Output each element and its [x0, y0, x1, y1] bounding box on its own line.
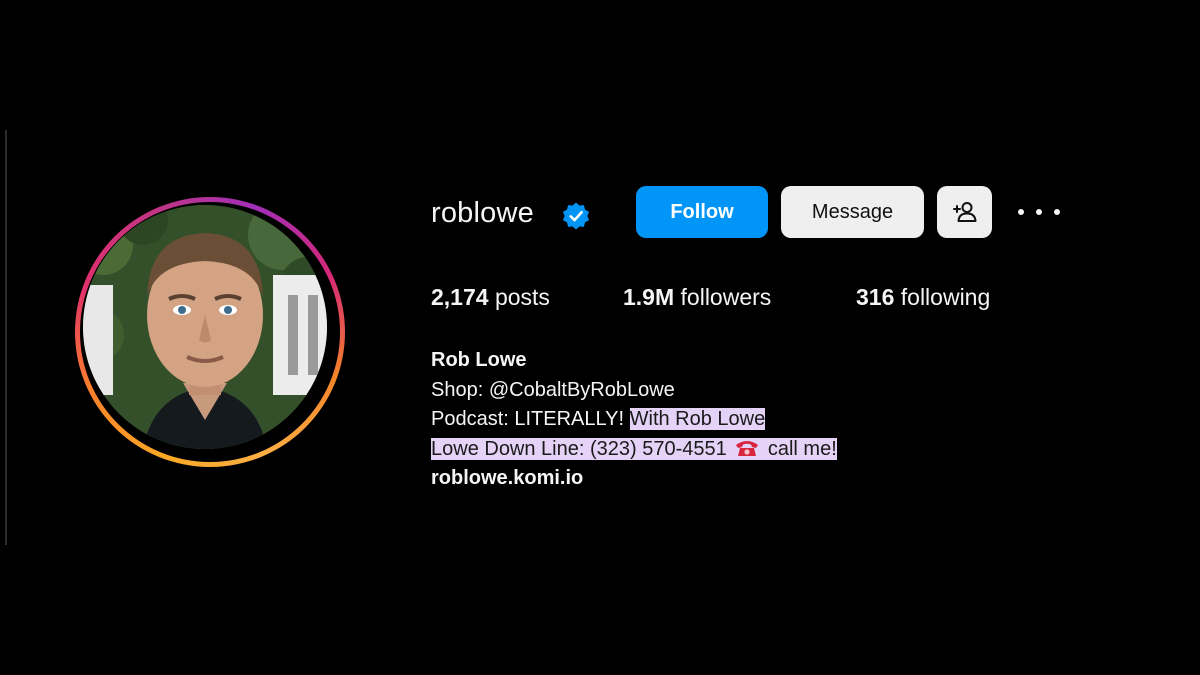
highlighted-phone-text: Lowe Down Line: (323) 570-4551 call me!: [431, 437, 837, 460]
message-button[interactable]: Message: [781, 186, 924, 238]
posts-number: 2,174: [431, 284, 489, 310]
story-ring[interactable]: [75, 197, 345, 467]
dot: [1054, 209, 1060, 215]
more-options-icon[interactable]: [1018, 198, 1060, 226]
followers-count[interactable]: 1.9M followers: [623, 284, 771, 311]
profile-page: roblowe Follow Message 2,174 posts 1.9M …: [0, 0, 1200, 675]
following-number: 316: [856, 284, 895, 310]
follow-button[interactable]: Follow: [636, 186, 768, 238]
phone-line: Lowe Down Line: (323) 570-4551 call me!: [431, 435, 837, 465]
bio: Rob Lowe Shop: @CobaltByRobLowe Podcast:…: [431, 346, 837, 494]
dot: [1018, 209, 1024, 215]
posts-count: 2,174 posts: [431, 284, 550, 311]
verified-badge-icon: [562, 202, 590, 230]
followers-label: followers: [680, 284, 772, 310]
podcast-prefix: Podcast: LITERALLY!: [431, 408, 630, 430]
suggest-button[interactable]: [937, 186, 992, 238]
phone-text: Lowe Down Line: (323) 570-4551: [431, 437, 733, 460]
divider: [5, 130, 7, 545]
following-label: following: [900, 284, 991, 310]
following-count[interactable]: 316 following: [856, 284, 990, 311]
highlighted-text: With Rob Lowe: [629, 408, 766, 430]
podcast-line: Podcast: LITERALLY! With Rob Lowe: [431, 405, 837, 435]
posts-label: posts: [494, 284, 550, 310]
website-link[interactable]: roblowe.komi.io: [431, 464, 837, 494]
followers-number: 1.9M: [623, 284, 675, 310]
call-me-text: call me!: [762, 437, 837, 460]
dot: [1036, 209, 1042, 215]
full-name: Rob Lowe: [431, 349, 527, 371]
avatar-image: [83, 205, 327, 449]
avatar[interactable]: [83, 205, 327, 449]
username: roblowe: [431, 197, 534, 229]
add-person-icon: [952, 202, 976, 222]
telephone-icon: [736, 440, 759, 456]
shop-line: Shop: @CobaltByRobLowe: [431, 378, 675, 401]
